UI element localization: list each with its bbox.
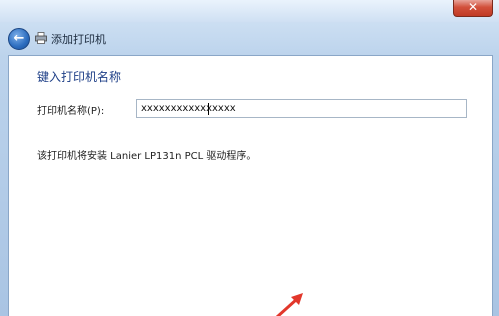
back-arrow-icon: ← (13, 31, 25, 46)
back-button[interactable]: ← (8, 28, 30, 50)
title-bar (0, 0, 499, 22)
annotation-arrow-icon (275, 293, 303, 316)
printer-name-input[interactable] (136, 99, 467, 118)
wizard-content: 键入打印机名称 打印机名称(P): 该打印机将安装 Lanier LP131n … (8, 55, 493, 316)
printer-name-label: 打印机名称(P): (37, 106, 105, 117)
add-printer-window: ✕ ← 添加打印机 键入打印机名称 打印机名称(P): 该打印机将安装 Lani… (0, 0, 499, 316)
printer-icon (35, 32, 47, 44)
page-heading: 键入打印机名称 (37, 70, 122, 84)
driver-info-text: 该打印机将安装 Lanier LP131n PCL 驱动程序。 (37, 151, 257, 162)
close-icon: ✕ (467, 0, 479, 14)
text-caret (208, 103, 209, 115)
wizard-nav-bar: ← 添加打印机 (0, 24, 499, 52)
close-button[interactable]: ✕ (453, 0, 493, 17)
wizard-title: 添加打印机 (51, 33, 106, 46)
